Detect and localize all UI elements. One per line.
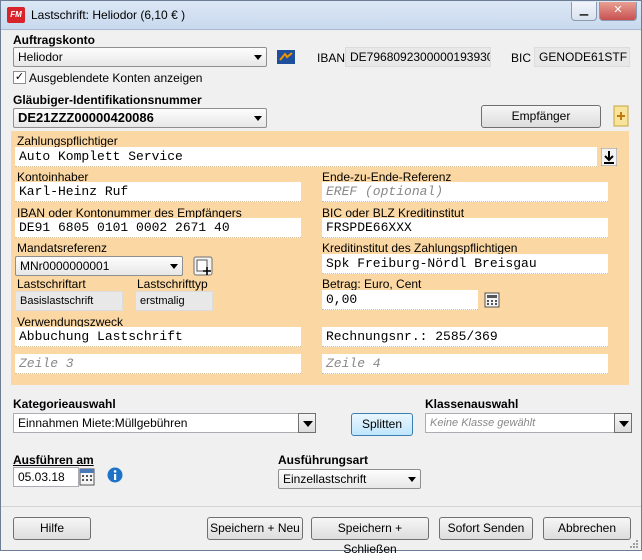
kreditinstitut-label: Kreditinstitut des Zahlungspflichtigen bbox=[322, 241, 518, 255]
add-mandate-icon[interactable] bbox=[193, 256, 213, 276]
cancel-button[interactable]: Abbrechen bbox=[543, 517, 631, 540]
lastschrifttyp-value: erstmalig bbox=[135, 291, 213, 311]
klasse-dropdown-button[interactable] bbox=[614, 413, 632, 433]
calendar-icon[interactable] bbox=[79, 468, 95, 486]
lastschrift-window: FM Lastschrift: Heliodor (6,10 € ) ▁ □ ✕… bbox=[0, 0, 642, 556]
auftragskonto-label: Auftragskonto bbox=[13, 33, 95, 47]
chevron-down-icon bbox=[303, 421, 313, 427]
window-title: Lastschrift: Heliodor (6,10 € ) bbox=[31, 8, 186, 22]
split-button[interactable]: Splitten bbox=[351, 413, 413, 436]
footer-divider bbox=[1, 506, 641, 507]
cancel-button-label: Abbrechen bbox=[557, 521, 617, 535]
mandat-label: Mandatsreferenz bbox=[17, 241, 108, 255]
help-button[interactable]: Hilfe bbox=[13, 517, 91, 540]
download-icon[interactable] bbox=[601, 148, 617, 166]
ausfuehren-date-input[interactable]: 05.03.18 bbox=[13, 467, 79, 487]
klasse-input[interactable]: Keine Klasse gewählt bbox=[425, 413, 615, 433]
split-button-label: Splitten bbox=[361, 417, 403, 431]
zahlungspflichtiger-label: Zahlungspflichtiger bbox=[17, 134, 118, 148]
chevron-down-icon bbox=[408, 477, 416, 482]
app-logo-icon: FM bbox=[7, 7, 25, 23]
iban-value: DE79680923000001939300 bbox=[345, 47, 491, 67]
ausfuehren-label: Ausführen am bbox=[13, 453, 94, 467]
betrag-label: Betrag: Euro, Cent bbox=[322, 277, 422, 291]
save-close-button[interactable]: Speichern + Schließen bbox=[311, 517, 429, 556]
kategorie-label: Kategorieauswahl bbox=[13, 397, 116, 411]
zahlungspflichtiger-input[interactable]: Auto Komplett Service bbox=[15, 147, 597, 167]
e2e-input[interactable]: EREF (optional) bbox=[322, 182, 608, 202]
verwendungszweck-line3[interactable]: Zeile 3 bbox=[15, 354, 301, 374]
show-hidden-label[interactable]: Ausgeblendete Konten anzeigen bbox=[29, 71, 202, 85]
verwendungszweck-line1[interactable]: Abbuchung Lastschrift bbox=[15, 327, 301, 347]
account-select-value: Heliodor bbox=[18, 50, 63, 64]
chevron-down-icon bbox=[619, 421, 629, 427]
send-now-button-label: Sofort Senden bbox=[447, 521, 525, 535]
lastschriftart-label: Lastschriftart bbox=[17, 277, 86, 291]
lastschriftart-value: Basislastschrift bbox=[15, 291, 123, 311]
show-hidden-checkbox[interactable]: ✓ bbox=[13, 71, 26, 84]
kreditinstitut-input[interactable]: Spk Freiburg-Nördl Breisgau bbox=[322, 254, 608, 274]
save-new-button-label: Speichern + Neu bbox=[210, 521, 300, 535]
calculator-icon[interactable] bbox=[484, 292, 500, 308]
ausfuehrungsart-select[interactable]: Einzellastschrift bbox=[278, 469, 421, 489]
iban-recipient-input[interactable]: DE91 6805 0101 0002 2671 40 bbox=[15, 218, 301, 238]
lastschrifttyp-label: Lastschrifttyp bbox=[137, 277, 208, 291]
chevron-down-icon bbox=[170, 264, 178, 269]
verwendungszweck-line2[interactable]: Rechnungsnr.: 2585/369 bbox=[322, 327, 608, 347]
glaeubiger-label: Gläubiger-Identifikationsnummer bbox=[13, 93, 202, 107]
chevron-down-icon bbox=[254, 116, 262, 121]
title-bar[interactable]: FM Lastschrift: Heliodor (6,10 € ) ▁ □ ✕ bbox=[1, 1, 641, 30]
bank-logo-icon bbox=[277, 50, 295, 64]
close-icon[interactable]: ✕ bbox=[599, 2, 637, 21]
account-select[interactable]: Heliodor bbox=[13, 47, 267, 67]
ausfuehrungsart-label: Ausführungsart bbox=[278, 453, 368, 467]
mandat-select[interactable]: MNr0000000001 bbox=[15, 256, 183, 276]
ausfuehrungsart-select-value: Einzellastschrift bbox=[283, 472, 367, 486]
iban-label: IBAN bbox=[317, 51, 346, 65]
kontoinhaber-input[interactable]: Karl-Heinz Ruf bbox=[15, 182, 301, 202]
klasse-label: Klassenauswahl bbox=[425, 397, 519, 411]
bic-recipient-input[interactable]: FRSPDE66XXX bbox=[322, 218, 608, 238]
add-recipient-icon[interactable] bbox=[613, 105, 629, 127]
chevron-down-icon bbox=[254, 55, 262, 60]
minimize-icon[interactable]: ▁ bbox=[571, 2, 597, 21]
kategorie-input[interactable]: Einnahmen Miete:Müllgebühren bbox=[13, 413, 299, 433]
bic-label: BIC bbox=[511, 51, 532, 65]
save-new-button[interactable]: Speichern + Neu bbox=[207, 517, 303, 540]
glaeubiger-select-value: DE21ZZZ00000420086 bbox=[18, 110, 154, 125]
glaeubiger-select[interactable]: DE21ZZZ00000420086 bbox=[13, 108, 267, 128]
betrag-input[interactable]: 0,00 bbox=[322, 290, 478, 310]
kategorie-dropdown-button[interactable] bbox=[298, 413, 316, 433]
verwendungszweck-line4[interactable]: Zeile 4 bbox=[322, 354, 608, 374]
mandat-select-value: MNr0000000001 bbox=[20, 259, 110, 273]
send-now-button[interactable]: Sofort Senden bbox=[439, 517, 533, 540]
bic-value: GENODE61STF bbox=[534, 47, 630, 67]
help-button-label: Hilfe bbox=[39, 521, 64, 535]
resize-grip-icon[interactable] bbox=[629, 539, 639, 549]
edit-recipient-button[interactable]: Empfänger bearbeiten bbox=[481, 105, 601, 144]
info-icon[interactable] bbox=[107, 467, 123, 483]
